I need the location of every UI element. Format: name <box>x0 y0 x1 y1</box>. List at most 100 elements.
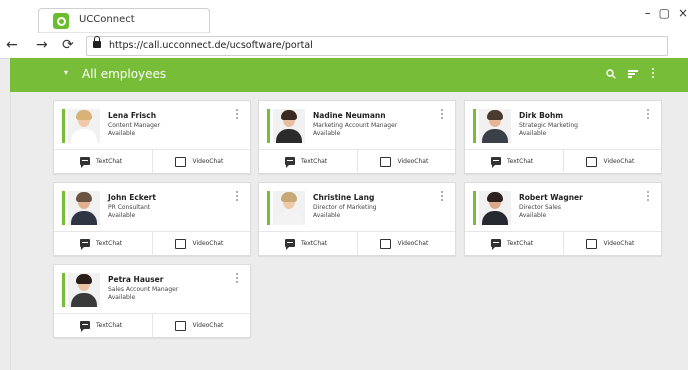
card-menu-icon[interactable] <box>647 191 650 203</box>
tab-strip: UCConnect – ▢ × <box>0 0 688 34</box>
videochat-button[interactable]: VideoChat <box>562 232 662 256</box>
reload-icon[interactable]: ⟳ <box>62 36 74 54</box>
card-menu-icon[interactable] <box>441 109 444 121</box>
status-indicator <box>62 273 65 307</box>
card-actions: TextChat VideoChat <box>54 149 250 174</box>
sort-icon[interactable] <box>628 70 638 78</box>
back-arrow-icon[interactable]: ← <box>6 36 18 54</box>
employee-status: Available <box>313 130 341 137</box>
textchat-button[interactable]: TextChat <box>465 232 563 256</box>
page-title[interactable]: All employees <box>82 67 166 81</box>
browser-tab[interactable]: UCConnect <box>38 8 210 33</box>
employee-info[interactable]: Robert Wagner Director Sales Available <box>465 183 661 231</box>
textchat-label: TextChat <box>96 240 123 247</box>
video-icon <box>585 239 597 249</box>
videochat-button[interactable]: VideoChat <box>151 150 251 174</box>
employee-status: Available <box>519 212 547 219</box>
textchat-button[interactable]: TextChat <box>465 150 563 174</box>
card-actions: TextChat VideoChat <box>54 313 250 338</box>
chat-icon <box>491 157 501 168</box>
employee-role: Content Manager <box>108 122 161 129</box>
videochat-label: VideoChat <box>603 240 635 247</box>
avatar[interactable] <box>479 109 511 143</box>
card-menu-icon[interactable] <box>236 273 239 285</box>
videochat-button[interactable]: VideoChat <box>151 314 251 338</box>
videochat-label: VideoChat <box>397 240 429 247</box>
minimize-icon[interactable]: – <box>645 6 651 20</box>
employee-info[interactable]: John Eckert PR Consultant Available <box>54 183 250 231</box>
status-indicator <box>267 109 270 143</box>
address-bar[interactable]: https://call.ucconnect.de/ucsoftware/por… <box>86 36 668 56</box>
employee-card[interactable]: John Eckert PR Consultant Available Text… <box>53 182 251 256</box>
maximize-icon[interactable]: ▢ <box>659 6 670 20</box>
chat-icon <box>80 321 90 332</box>
textchat-button[interactable]: TextChat <box>259 150 357 174</box>
videochat-label: VideoChat <box>603 158 635 165</box>
browser-window: UCConnect – ▢ × ← → ⟳ https://call.uccon… <box>0 0 688 370</box>
employee-status: Available <box>108 130 136 137</box>
dropdown-caret-icon[interactable]: ▾ <box>64 68 68 77</box>
status-indicator <box>267 191 270 225</box>
card-actions: TextChat VideoChat <box>259 149 455 174</box>
employee-card[interactable]: Lena Frisch Content Manager Available Te… <box>53 100 251 174</box>
videochat-button[interactable]: VideoChat <box>356 232 456 256</box>
videochat-button[interactable]: VideoChat <box>562 150 662 174</box>
status-indicator <box>62 191 65 225</box>
videochat-button[interactable]: VideoChat <box>356 150 456 174</box>
status-indicator <box>473 109 476 143</box>
chat-icon <box>285 239 295 250</box>
employee-role: PR Consultant <box>108 204 151 211</box>
chat-icon <box>80 157 90 168</box>
card-menu-icon[interactable] <box>236 191 239 203</box>
forward-arrow-icon[interactable]: → <box>36 36 48 54</box>
employee-info[interactable]: Petra Hauser Sales Account Manager Avail… <box>54 265 250 313</box>
employee-card[interactable]: Petra Hauser Sales Account Manager Avail… <box>53 264 251 338</box>
status-indicator <box>62 109 65 143</box>
textchat-label: TextChat <box>301 158 328 165</box>
video-icon <box>174 321 186 331</box>
employee-info[interactable]: Dirk Bohm Strategic Marketing Available <box>465 101 661 149</box>
videochat-label: VideoChat <box>192 322 224 329</box>
card-actions: TextChat VideoChat <box>465 149 661 174</box>
app-header: ▾ All employees <box>10 58 688 92</box>
employee-card[interactable]: Nadine Neumann Marketing Account Manager… <box>258 100 456 174</box>
avatar[interactable] <box>273 191 305 225</box>
employee-card[interactable]: Christine Lang Director of Marketing Ava… <box>258 182 456 256</box>
search-icon[interactable] <box>606 69 616 79</box>
avatar[interactable] <box>273 109 305 143</box>
employee-name: Robert Wagner <box>519 193 583 202</box>
textchat-label: TextChat <box>507 158 534 165</box>
ucconnect-favicon-icon <box>53 13 69 29</box>
employee-card[interactable]: Dirk Bohm Strategic Marketing Available … <box>464 100 662 174</box>
employee-info[interactable]: Nadine Neumann Marketing Account Manager… <box>259 101 455 149</box>
textchat-label: TextChat <box>301 240 328 247</box>
employee-role: Sales Account Manager <box>108 286 179 293</box>
employee-info[interactable]: Christine Lang Director of Marketing Ava… <box>259 183 455 231</box>
avatar[interactable] <box>68 109 100 143</box>
avatar[interactable] <box>479 191 511 225</box>
card-menu-icon[interactable] <box>236 109 239 121</box>
more-vert-icon[interactable] <box>652 68 655 80</box>
textchat-button[interactable]: TextChat <box>54 314 152 338</box>
avatar[interactable] <box>68 191 100 225</box>
employee-name: Lena Frisch <box>108 111 157 120</box>
videochat-label: VideoChat <box>192 158 224 165</box>
card-actions: TextChat VideoChat <box>54 231 250 256</box>
card-menu-icon[interactable] <box>441 191 444 203</box>
textchat-button[interactable]: TextChat <box>259 232 357 256</box>
employee-role: Strategic Marketing <box>519 122 578 129</box>
avatar[interactable] <box>68 273 100 307</box>
employee-name: Christine Lang <box>313 193 375 202</box>
textchat-label: TextChat <box>96 322 123 329</box>
card-actions: TextChat VideoChat <box>465 231 661 256</box>
textchat-button[interactable]: TextChat <box>54 150 152 174</box>
employee-info[interactable]: Lena Frisch Content Manager Available <box>54 101 250 149</box>
videochat-button[interactable]: VideoChat <box>151 232 251 256</box>
employee-card[interactable]: Robert Wagner Director Sales Available T… <box>464 182 662 256</box>
lock-icon <box>93 36 101 48</box>
employee-status: Available <box>108 212 136 219</box>
textchat-button[interactable]: TextChat <box>54 232 152 256</box>
card-menu-icon[interactable] <box>647 109 650 121</box>
close-icon[interactable]: × <box>678 6 688 20</box>
employee-status: Available <box>519 130 547 137</box>
